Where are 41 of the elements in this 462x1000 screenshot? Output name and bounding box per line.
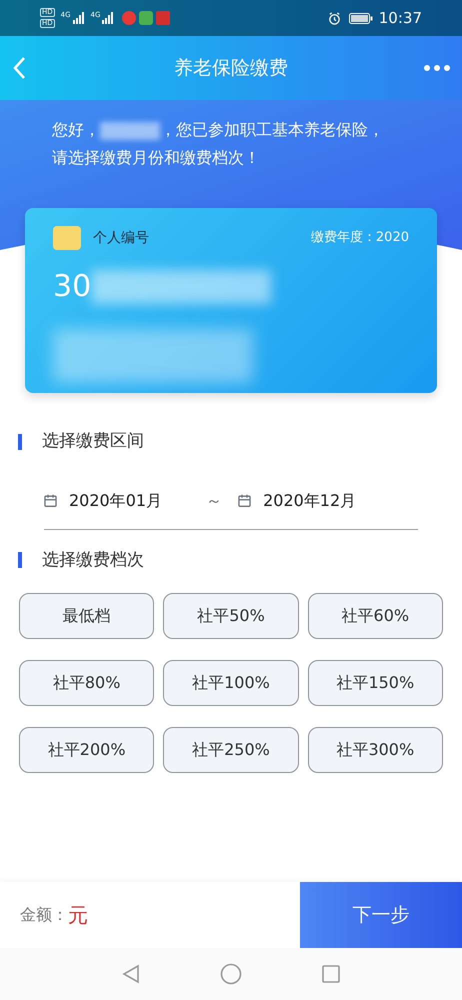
tier-option[interactable]: 最低档 [19, 593, 154, 639]
back-icon[interactable] [122, 964, 140, 984]
signal-icon [72, 12, 85, 24]
calendar-icon [238, 494, 252, 507]
recent-apps-icon[interactable] [322, 965, 340, 983]
date-range-field[interactable]: 2020年01月 ～ 2020年12月 [44, 488, 418, 530]
range-separator: ～ [206, 490, 222, 512]
page-title: 养老保险缴费 [173, 56, 289, 81]
home-icon[interactable] [220, 963, 242, 985]
section-title: 选择缴费档次 [42, 548, 144, 572]
app-notification-icon [156, 11, 170, 25]
battery-icon [348, 12, 373, 24]
payment-year: 缴费年度：2020 [310, 229, 409, 248]
tier-option[interactable]: 社平300% [308, 727, 443, 773]
play-app-icon [139, 11, 154, 25]
calendar-icon [44, 494, 57, 507]
tier-option[interactable]: 社平100% [163, 660, 299, 706]
tier-option[interactable]: 社平50% [163, 593, 299, 639]
greeting-text: 您好， ，您已参加职工基本养老保险，请选择缴费月份和缴费档次！ [52, 119, 385, 169]
section-title: 选择缴费区间 [42, 430, 144, 453]
tier-option[interactable]: 社平60% [308, 593, 443, 639]
card-label: 个人编号 [93, 228, 149, 248]
back-chevron-icon [12, 56, 26, 80]
clock-time: 10:37 [378, 8, 422, 29]
tier-option[interactable]: 社平200% [19, 727, 154, 773]
section-marker [18, 434, 22, 450]
tier-option[interactable]: 社平150% [308, 660, 443, 706]
start-month: 2020年01月 [69, 490, 162, 512]
next-step-button[interactable]: 下一步 [300, 882, 462, 948]
card-number: 30 [53, 268, 92, 306]
redaction-smear [100, 122, 160, 140]
tier-option[interactable]: 社平250% [163, 727, 299, 773]
amount-label: 金额： [20, 904, 68, 926]
end-month: 2020年12月 [263, 490, 356, 512]
app-notification-icon [122, 11, 136, 25]
signal-icon [102, 12, 114, 24]
alarm-icon [328, 12, 341, 24]
chip-icon [53, 226, 81, 250]
tier-option[interactable]: 社平80% [19, 660, 154, 706]
section-marker [18, 552, 22, 568]
amount-unit: 元 [68, 902, 88, 929]
